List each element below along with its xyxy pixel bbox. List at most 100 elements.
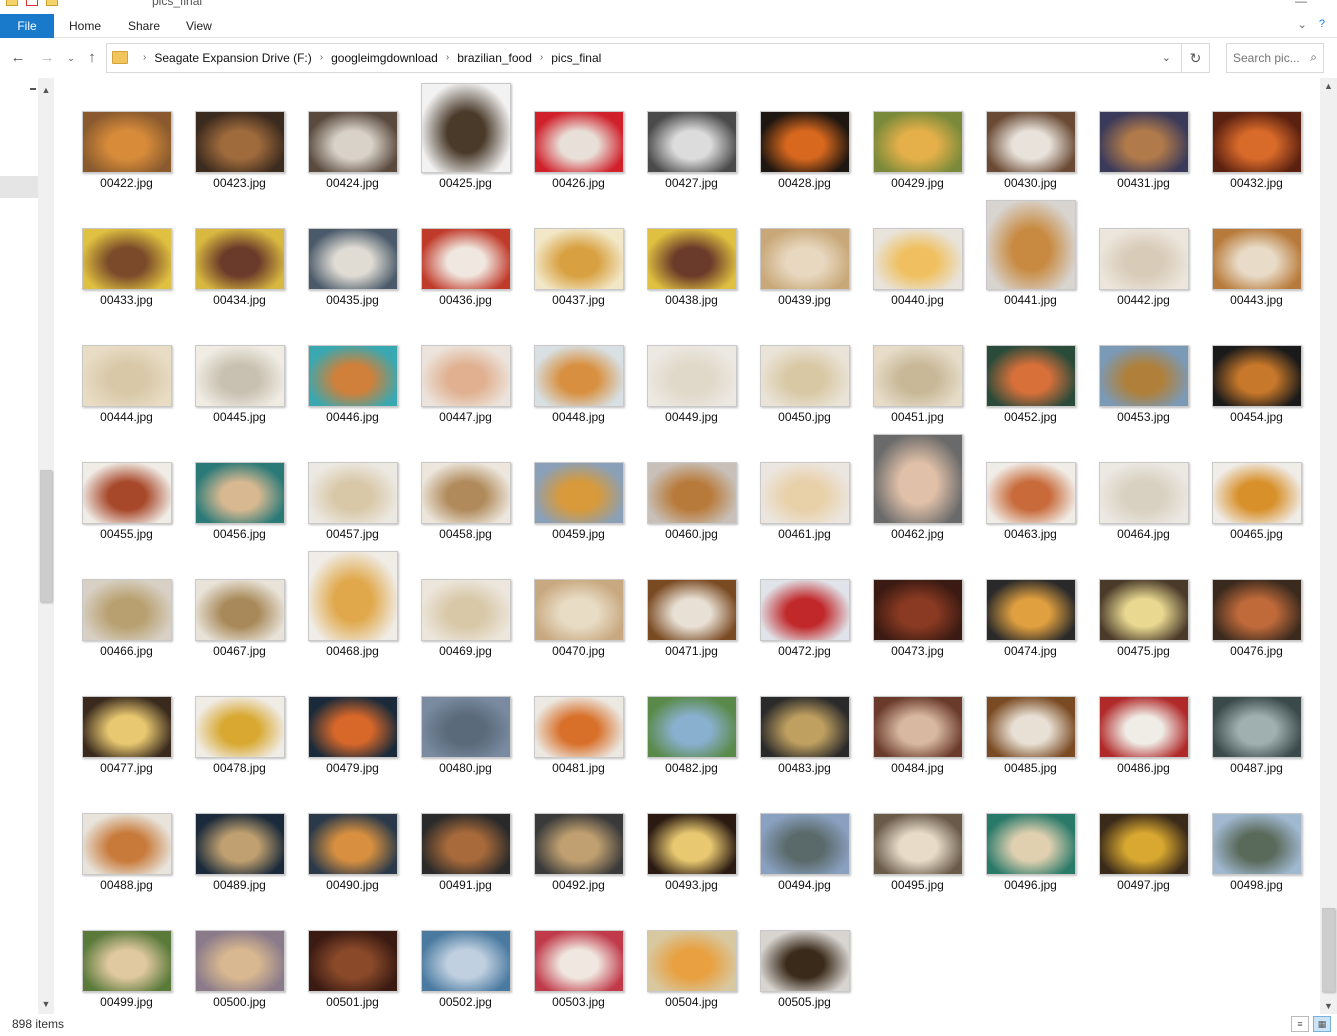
properties-icon[interactable] <box>26 0 38 6</box>
file-item[interactable]: 00440.jpg <box>861 195 974 312</box>
image-thumbnail[interactable] <box>194 930 285 992</box>
image-thumbnail[interactable] <box>646 345 737 407</box>
image-thumbnail[interactable] <box>646 111 737 173</box>
file-item[interactable]: 00461.jpg <box>748 429 861 546</box>
file-item[interactable]: 00463.jpg <box>974 429 1087 546</box>
file-item[interactable]: 00451.jpg <box>861 312 974 429</box>
file-item[interactable]: 00433.jpg <box>70 195 183 312</box>
image-thumbnail[interactable] <box>533 462 624 524</box>
file-item[interactable]: 00502.jpg <box>409 897 522 1014</box>
file-item[interactable]: 00480.jpg <box>409 663 522 780</box>
image-thumbnail[interactable] <box>759 111 850 173</box>
image-thumbnail[interactable] <box>985 200 1076 290</box>
refresh-button[interactable]: ↻ <box>1181 44 1209 72</box>
file-item[interactable]: 00462.jpg <box>861 429 974 546</box>
image-thumbnail[interactable] <box>194 696 285 758</box>
help-icon[interactable]: ? <box>1319 18 1325 31</box>
image-thumbnail[interactable] <box>420 813 511 875</box>
file-item[interactable]: 00459.jpg <box>522 429 635 546</box>
file-item[interactable]: 00425.jpg <box>409 78 522 195</box>
image-thumbnail[interactable] <box>81 930 172 992</box>
file-item[interactable]: 00427.jpg <box>635 78 748 195</box>
file-item[interactable]: 00499.jpg <box>70 897 183 1014</box>
image-thumbnail[interactable] <box>759 696 850 758</box>
image-thumbnail[interactable] <box>759 228 850 290</box>
image-thumbnail[interactable] <box>81 462 172 524</box>
image-thumbnail[interactable] <box>533 228 624 290</box>
file-item[interactable]: 00491.jpg <box>409 780 522 897</box>
file-item[interactable]: 00478.jpg <box>183 663 296 780</box>
tab-view[interactable]: View <box>186 14 212 38</box>
file-item[interactable]: 00435.jpg <box>296 195 409 312</box>
image-thumbnail[interactable] <box>307 813 398 875</box>
tab-home[interactable]: Home <box>69 14 101 38</box>
image-thumbnail[interactable] <box>646 579 737 641</box>
image-thumbnail[interactable] <box>194 228 285 290</box>
file-item[interactable]: 00469.jpg <box>409 546 522 663</box>
file-item[interactable]: 00443.jpg <box>1200 195 1313 312</box>
scrollbar-thumb[interactable] <box>1322 908 1335 992</box>
file-item[interactable]: 00495.jpg <box>861 780 974 897</box>
image-thumbnail[interactable] <box>985 345 1076 407</box>
image-thumbnail[interactable] <box>420 462 511 524</box>
file-item[interactable]: 00426.jpg <box>522 78 635 195</box>
file-item[interactable]: 00447.jpg <box>409 312 522 429</box>
file-item[interactable]: 00482.jpg <box>635 663 748 780</box>
image-thumbnail[interactable] <box>533 930 624 992</box>
image-thumbnail[interactable] <box>646 228 737 290</box>
file-item[interactable]: 00431.jpg <box>1087 78 1200 195</box>
forward-button[interactable]: → <box>38 48 56 68</box>
file-item[interactable]: 00496.jpg <box>974 780 1087 897</box>
image-thumbnail[interactable] <box>985 579 1076 641</box>
file-item[interactable]: 00481.jpg <box>522 663 635 780</box>
file-item[interactable]: 00464.jpg <box>1087 429 1200 546</box>
file-item[interactable]: 00453.jpg <box>1087 312 1200 429</box>
file-item[interactable]: 00487.jpg <box>1200 663 1313 780</box>
file-item[interactable]: 00444.jpg <box>70 312 183 429</box>
scroll-down-icon[interactable]: ▼ <box>1320 998 1337 1014</box>
image-thumbnail[interactable] <box>420 696 511 758</box>
image-thumbnail[interactable] <box>194 579 285 641</box>
image-thumbnail[interactable] <box>1098 111 1189 173</box>
scrollbar-thumb[interactable] <box>40 470 52 602</box>
file-item[interactable]: 00445.jpg <box>183 312 296 429</box>
file-item[interactable]: 00434.jpg <box>183 195 296 312</box>
image-thumbnail[interactable] <box>81 345 172 407</box>
scroll-down-icon[interactable]: ▼ <box>38 996 54 1012</box>
chevron-right-icon[interactable]: › <box>312 44 331 72</box>
image-thumbnail[interactable] <box>533 579 624 641</box>
file-item[interactable]: 00489.jpg <box>183 780 296 897</box>
file-item[interactable]: 00458.jpg <box>409 429 522 546</box>
file-item[interactable]: 00446.jpg <box>296 312 409 429</box>
image-thumbnail[interactable] <box>872 111 963 173</box>
navigation-pane-selected-item[interactable] <box>0 176 38 198</box>
file-item[interactable]: 00441.jpg <box>974 195 1087 312</box>
scroll-up-icon[interactable]: ▲ <box>1320 78 1337 94</box>
file-item[interactable]: 00439.jpg <box>748 195 861 312</box>
file-item[interactable]: 00474.jpg <box>974 546 1087 663</box>
image-thumbnail[interactable] <box>985 813 1076 875</box>
image-thumbnail[interactable] <box>420 345 511 407</box>
image-thumbnail[interactable] <box>307 228 398 290</box>
file-item[interactable]: 00479.jpg <box>296 663 409 780</box>
image-thumbnail[interactable] <box>420 228 511 290</box>
image-thumbnail[interactable] <box>1211 462 1302 524</box>
expand-ribbon-icon[interactable]: ⌄ <box>1298 18 1307 31</box>
file-item[interactable]: 00497.jpg <box>1087 780 1200 897</box>
image-thumbnail[interactable] <box>81 813 172 875</box>
file-item[interactable]: 00422.jpg <box>70 78 183 195</box>
breadcrumb-brazilian-food[interactable]: brazilian_food <box>457 44 532 72</box>
image-thumbnail[interactable] <box>420 83 511 173</box>
file-item[interactable]: 00454.jpg <box>1200 312 1313 429</box>
file-item[interactable]: 00472.jpg <box>748 546 861 663</box>
image-thumbnail[interactable] <box>533 696 624 758</box>
image-thumbnail[interactable] <box>646 696 737 758</box>
file-item[interactable]: 00437.jpg <box>522 195 635 312</box>
file-item[interactable]: 00465.jpg <box>1200 429 1313 546</box>
image-thumbnail[interactable] <box>194 813 285 875</box>
file-item[interactable]: 00460.jpg <box>635 429 748 546</box>
file-item[interactable]: 00456.jpg <box>183 429 296 546</box>
image-thumbnail[interactable] <box>872 434 963 524</box>
image-thumbnail[interactable] <box>307 930 398 992</box>
image-thumbnail[interactable] <box>872 813 963 875</box>
